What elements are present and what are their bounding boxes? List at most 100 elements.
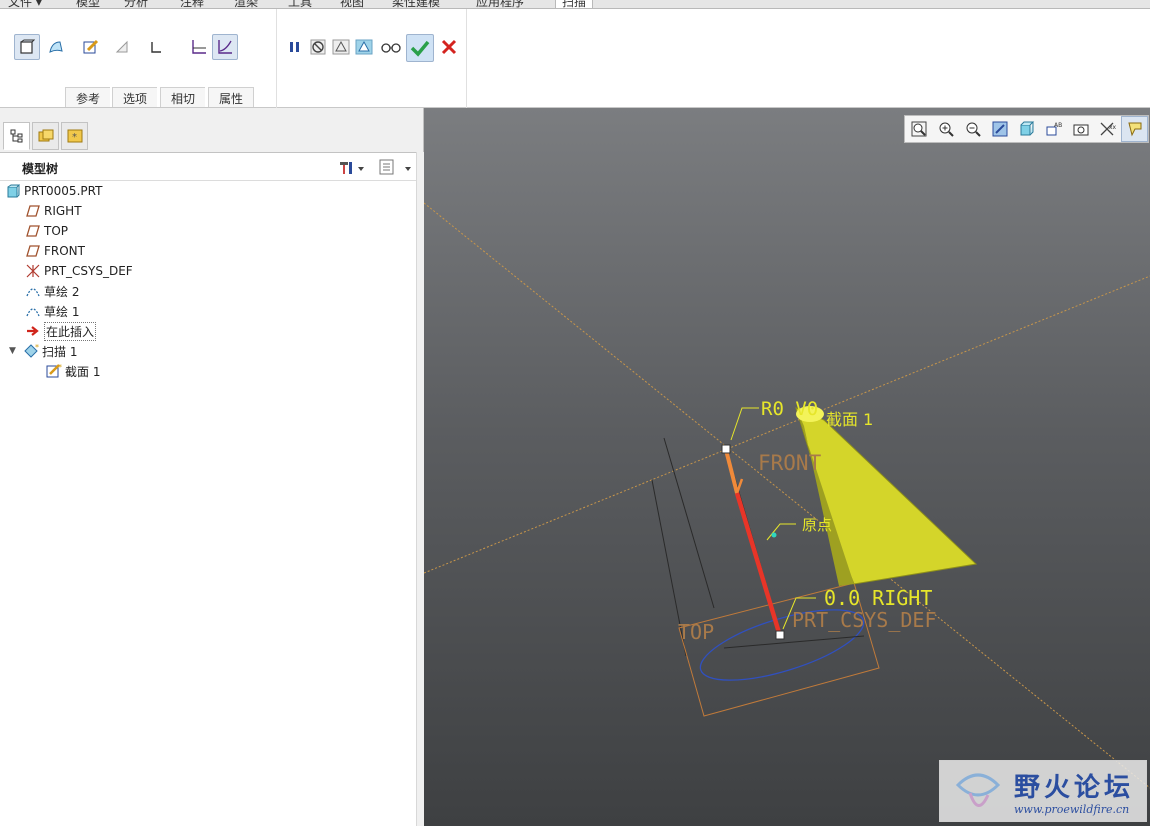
datum-plane-icon — [26, 245, 40, 257]
graphics-toolbar: AB xx — [904, 115, 1149, 143]
tab-annotate[interactable]: 注释 — [180, 0, 204, 8]
subtab-tangency[interactable]: 相切 — [160, 87, 206, 107]
repaint-icon — [992, 121, 1007, 137]
accept-button[interactable] — [406, 34, 434, 62]
view-manager-button[interactable] — [1067, 116, 1094, 142]
tree-item-label: 草绘 2 — [44, 284, 80, 299]
no-preview-icon — [310, 39, 326, 55]
tree-item-label: PRT0005.PRT — [24, 184, 103, 198]
tab-tools[interactable]: 工具 — [288, 0, 312, 8]
saved-orientations-button[interactable]: AB — [1040, 116, 1067, 142]
tab-view[interactable]: 视图 — [340, 0, 364, 8]
thicken-button[interactable] — [143, 34, 169, 60]
datum-plane-icon — [26, 205, 40, 217]
tree-item-insert-here[interactable]: 在此插入 — [25, 321, 97, 341]
surface-button[interactable] — [43, 34, 69, 60]
preview-separate-icon — [332, 39, 350, 55]
model-tree-header: 模型树 — [0, 152, 416, 181]
top-plane-label: TOP — [678, 620, 715, 644]
favorites-icon: * — [67, 129, 82, 143]
subtab-options[interactable]: 选项 — [112, 87, 158, 107]
checkmark-icon — [410, 40, 430, 57]
hammer-icon — [340, 162, 364, 174]
tab-model[interactable]: 模型 — [76, 0, 100, 8]
tree-settings-button[interactable] — [338, 159, 366, 178]
tree-item-sweep[interactable]: ▼ * 扫描 1 — [9, 341, 77, 361]
origin-label: 原点 — [802, 516, 833, 534]
front-plane-label: FRONT — [758, 451, 822, 475]
tree-item-part[interactable]: PRT0005.PRT — [5, 181, 102, 201]
zoom-in-icon — [939, 122, 954, 137]
preview-connected-button[interactable] — [351, 34, 377, 60]
datum-display-button[interactable]: xx — [1094, 116, 1121, 142]
subtab-properties[interactable]: 属性 — [208, 87, 255, 107]
thicken-icon — [151, 42, 161, 53]
verify-mode-button[interactable] — [378, 34, 404, 60]
display-style-icon — [1020, 121, 1034, 136]
tree-item-sketch-2[interactable]: 草绘 2 — [25, 281, 79, 301]
svg-text:xx: xx — [1109, 124, 1117, 131]
tree-item-front[interactable]: FRONT — [25, 241, 85, 261]
camera-icon — [1073, 124, 1088, 136]
menu-tab-bar: 文件 ▾ 模型 分析 注释 渲染 工具 视图 柔性建模 应用程序 扫描 — [0, 0, 1150, 9]
variable-section-icon — [218, 40, 232, 54]
preview-connected-icon — [355, 39, 373, 55]
pause-icon — [290, 42, 299, 52]
tree-item-right[interactable]: RIGHT — [25, 201, 82, 221]
tab-applications[interactable]: 应用程序 — [476, 0, 524, 8]
trajectory-line — [734, 492, 783, 637]
tab-flexible-modeling[interactable]: 柔性建模 — [392, 0, 440, 8]
tree-item-csys[interactable]: PRT_CSYS_DEF — [25, 261, 133, 281]
tree-icon — [10, 129, 22, 143]
annotation-icon — [1127, 122, 1141, 137]
list-icon — [379, 159, 411, 175]
tree-item-label: 草绘 1 — [44, 304, 80, 319]
sketch-section-button[interactable] — [78, 34, 104, 60]
model-tree-tab[interactable] — [3, 122, 30, 150]
favorites-tab[interactable]: * — [61, 122, 88, 150]
repaint-button[interactable] — [986, 116, 1013, 142]
annotation-display-button[interactable] — [1121, 116, 1148, 142]
graphics-viewport[interactable]: R0 V0 截面 1 FRONT 原点 0.0 RIGHT PRT_CSYS_D… — [424, 108, 1150, 826]
variable-section-button[interactable] — [212, 34, 238, 60]
tree-item-sketch-1[interactable]: 草绘 1 — [25, 301, 79, 321]
refit-button[interactable] — [905, 116, 932, 142]
svg-text:*: * — [35, 343, 39, 352]
part-icon — [7, 184, 20, 198]
trajectory-end-point[interactable] — [775, 630, 785, 640]
dim-label-right[interactable]: 0.0 RIGHT — [824, 586, 932, 610]
tab-file[interactable]: 文件 ▾ — [8, 0, 42, 8]
zoom-out-button[interactable] — [959, 116, 986, 142]
tree-item-section[interactable]: * 截面 1 — [46, 361, 100, 381]
tree-columns-button[interactable] — [379, 159, 413, 178]
constant-section-button[interactable] — [186, 34, 212, 60]
tab-render[interactable]: 渲染 — [234, 0, 258, 8]
model-tree: PRT0005.PRT RIGHT TOP FRONT PRT_CSYS_DEF… — [0, 181, 416, 826]
folder-browser-tab[interactable] — [32, 122, 59, 150]
remove-material-button[interactable] — [109, 34, 135, 60]
tree-item-label: PRT_CSYS_DEF — [44, 264, 133, 278]
sketch-icon — [26, 308, 40, 317]
sweep-dashboard: 参考 选项 相切 属性 — [0, 9, 1150, 108]
dim-label-r0[interactable]: R0 V0 — [761, 398, 818, 420]
tree-item-top[interactable]: TOP — [25, 221, 68, 241]
tab-analysis[interactable]: 分析 — [124, 0, 148, 8]
section-icon: * — [46, 363, 62, 378]
tab-sweep[interactable]: 扫描 — [555, 0, 594, 8]
cancel-button[interactable] — [436, 34, 462, 60]
subtab-references[interactable]: 参考 — [65, 87, 111, 107]
tree-scrollbar[interactable] — [416, 152, 424, 826]
expand-icon[interactable]: ▼ — [9, 346, 23, 356]
sketch-section-icon — [83, 39, 99, 54]
tree-item-label: 截面 1 — [65, 364, 101, 379]
datum-display-icon: xx — [1100, 122, 1117, 136]
logo-icon — [955, 773, 1001, 807]
trajectory-start-point[interactable] — [721, 444, 731, 454]
display-style-button[interactable] — [1013, 116, 1040, 142]
csys-icon — [26, 264, 40, 278]
zoom-in-button[interactable] — [932, 116, 959, 142]
zoom-out-icon — [966, 122, 981, 137]
model-tree-title: 模型树 — [22, 162, 59, 176]
svg-text:AB: AB — [1054, 122, 1062, 129]
solid-button[interactable] — [14, 34, 40, 60]
